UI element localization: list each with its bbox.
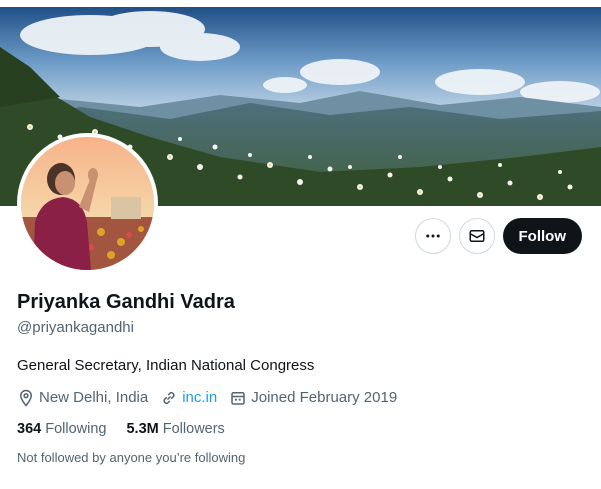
- followed-by-note: Not followed by anyone you’re following: [17, 450, 246, 465]
- following-count: 364: [17, 421, 42, 437]
- location-item: New Delhi, India: [17, 388, 148, 408]
- profile-name: Priyanka Gandhi Vadra: [17, 291, 235, 313]
- location-text: New Delhi, India: [39, 389, 149, 406]
- following-link[interactable]: 364 Following: [17, 419, 106, 439]
- envelope-icon: [469, 230, 484, 242]
- joined-item: Joined February 2019: [229, 388, 397, 408]
- website-link[interactable]: inc.in: [182, 388, 217, 408]
- profile-bio: General Secretary, Indian National Congr…: [17, 357, 315, 374]
- link-icon: [163, 391, 175, 405]
- following-label: Following: [45, 421, 107, 437]
- follow-button[interactable]: Follow: [502, 218, 582, 254]
- more-horizontal-icon: [425, 234, 440, 238]
- followers-count: 5.3M: [126, 421, 159, 437]
- location-pin-icon: [19, 389, 33, 407]
- profile-info: Priyanka Gandhi Vadra @priyankagandhi Ge…: [17, 290, 587, 467]
- joined-text: Joined February 2019: [251, 389, 398, 406]
- followers-label: Followers: [162, 421, 225, 437]
- more-options-button[interactable]: [414, 218, 451, 254]
- calendar-icon: [231, 392, 245, 405]
- top-edge: [0, 0, 601, 7]
- profile-page: Follow Priyanka Gandhi Vadra @priyankaga…: [0, 0, 601, 489]
- message-button[interactable]: [458, 218, 495, 254]
- avatar[interactable]: [17, 133, 158, 274]
- website-item: inc.in: [160, 388, 217, 408]
- follow-stats: 364 Following 5.3M Followers: [17, 419, 587, 439]
- profile-handle: @priyankagandhi: [17, 319, 134, 336]
- profile-actions: Follow: [414, 218, 582, 254]
- followers-link[interactable]: 5.3M Followers: [126, 419, 224, 439]
- avatar-photo-image: [21, 137, 154, 270]
- profile-meta: New Delhi, India inc.in Joined February …: [17, 388, 587, 408]
